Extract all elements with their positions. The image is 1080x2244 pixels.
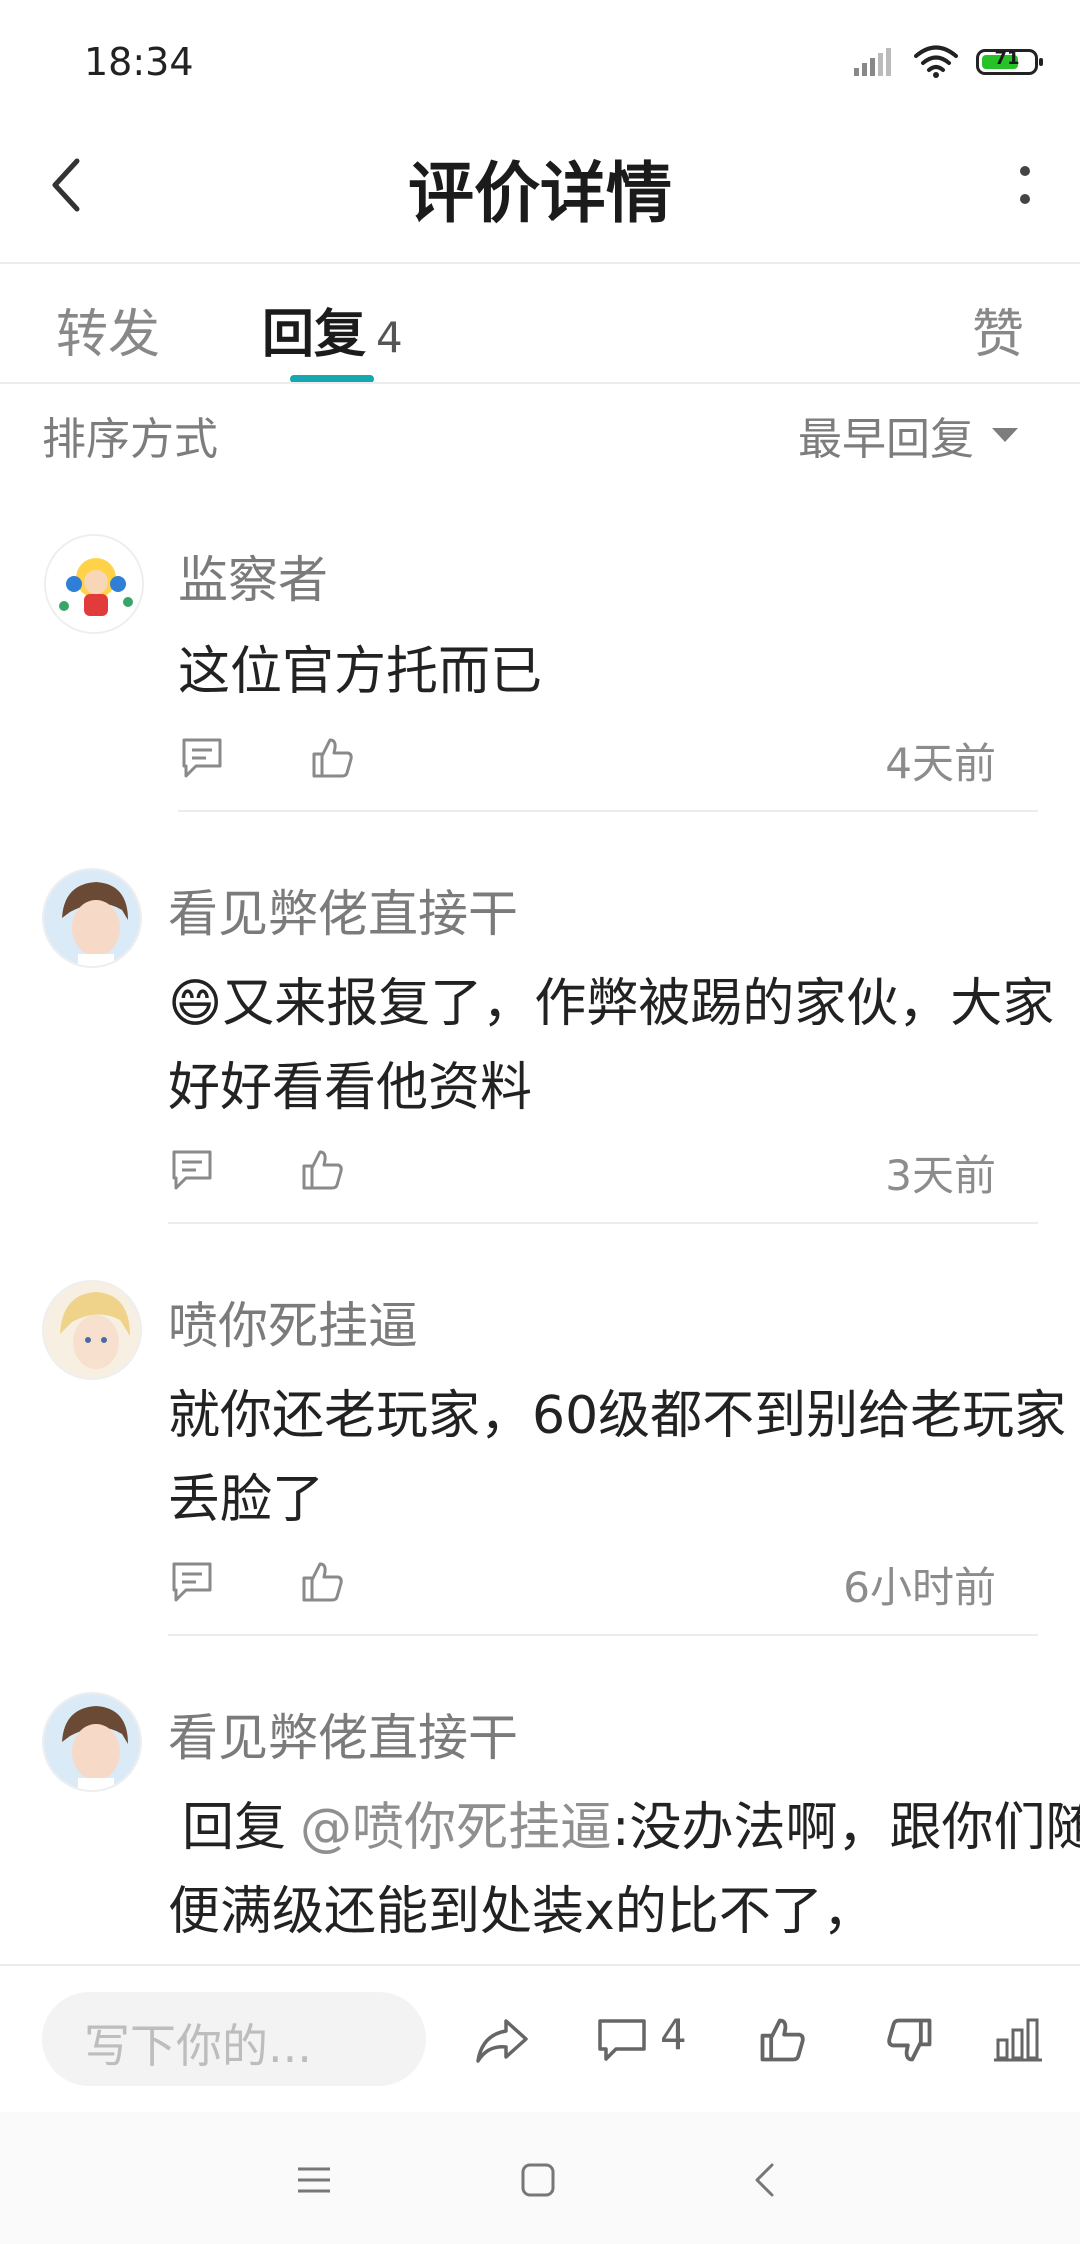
comment-username[interactable]: 喷你死挂逼 [168, 1286, 418, 1358]
comment-username[interactable]: 看见弊佬直接干 [168, 874, 518, 946]
tab-forward-label: 转发 [56, 305, 161, 365]
thumbs-down-icon [887, 2018, 932, 2062]
more-vertical-icon [1020, 166, 1030, 204]
reply-prefix: 回复 [182, 1798, 287, 1858]
avatar[interactable] [42, 1692, 142, 1792]
compose-input[interactable]: 写下你的... [42, 1992, 426, 2086]
nav-home-button[interactable] [508, 2150, 568, 2210]
thumbs-up-icon[interactable] [308, 734, 356, 782]
comment-username[interactable]: 看见弊佬直接干 [168, 1698, 518, 1770]
comment-text: 就你还老玩家，60级都不到别给老玩家丢脸了 [168, 1386, 1067, 1530]
battery-percent: 71 [994, 48, 1020, 69]
sort-value: 最早回复 [798, 414, 974, 465]
sort-dropdown[interactable]: 最早回复 [798, 403, 1018, 467]
avatar[interactable] [42, 1280, 142, 1380]
avatar-illustration [44, 870, 140, 966]
avatar-illustration [46, 536, 142, 632]
comment-time: 6小时前 [843, 1563, 996, 1612]
avatar[interactable] [44, 534, 144, 634]
thumbs-up-icon[interactable] [298, 1558, 346, 1606]
chevron-left-icon [755, 2163, 774, 2197]
bar-chart-icon [994, 2018, 1042, 2062]
square-icon [521, 2163, 555, 2197]
tab-likes-label: 赞 [971, 305, 1024, 365]
comment-username[interactable]: 监察者 [178, 540, 328, 612]
menu-icon [298, 2167, 330, 2193]
comment-time: 3天前 [885, 1151, 996, 1200]
tab-forward[interactable]: 转发 [56, 292, 160, 367]
comment-text: 这位官方托而已 [178, 642, 543, 702]
comment-time: 4天前 [885, 739, 996, 788]
status-icons: 71 [852, 40, 1043, 84]
comment-icon[interactable] [168, 1558, 216, 1606]
tab-replies[interactable]: 回复 4 [262, 292, 403, 367]
avatar[interactable] [42, 868, 142, 968]
comment-text: 😄又来报复了，作弊被踢的家伙，大家好好看看他资料 [168, 974, 1055, 1118]
stats-button[interactable] [988, 2010, 1048, 2070]
comment-divider [168, 1222, 1038, 1224]
nav-menu-button[interactable] [284, 2150, 344, 2210]
signal-icon [854, 48, 891, 76]
share-button[interactable] [472, 2010, 532, 2070]
mention-link[interactable]: @喷你死挂逼 [300, 1798, 612, 1858]
nav-back-button[interactable] [734, 2150, 794, 2210]
caret-down-icon [992, 428, 1018, 442]
battery-icon: 71 [976, 48, 1043, 75]
comments-button[interactable] [592, 2010, 652, 2070]
comment-icon[interactable] [168, 1146, 216, 1194]
comment-text: 回复 @喷你死挂逼:没办法啊，跟你们随便满级还能到处装x的比不了， [168, 1798, 1080, 1942]
share-icon [476, 2019, 528, 2063]
like-button[interactable] [752, 2010, 812, 2070]
header-divider [0, 262, 1080, 264]
thumbs-up-icon [760, 2018, 805, 2062]
dislike-button[interactable] [880, 2010, 940, 2070]
compose-placeholder: 写下你的... [84, 2019, 312, 2073]
sort-label: 排序方式 [42, 414, 218, 465]
more-button[interactable] [1000, 155, 1050, 215]
comment-icon [598, 2019, 646, 2061]
status-time: 18:34 [84, 40, 194, 84]
tab-likes[interactable]: 赞 [972, 292, 1024, 367]
thumbs-up-icon[interactable] [298, 1146, 346, 1194]
page-title: 评价详情 [408, 155, 672, 232]
tab-replies-label: 回复 [262, 305, 367, 365]
comment-divider [178, 810, 1038, 812]
avatar-illustration [44, 1282, 140, 1378]
comments-count: 4 [660, 2010, 687, 2059]
wifi-icon [914, 45, 958, 78]
tab-replies-count: 4 [376, 313, 403, 362]
comment-divider [168, 1634, 1038, 1636]
emoji: 😄 [168, 974, 223, 1034]
tabs-divider [0, 382, 1080, 384]
comment-icon[interactable] [178, 734, 226, 782]
avatar-illustration [44, 1694, 140, 1790]
